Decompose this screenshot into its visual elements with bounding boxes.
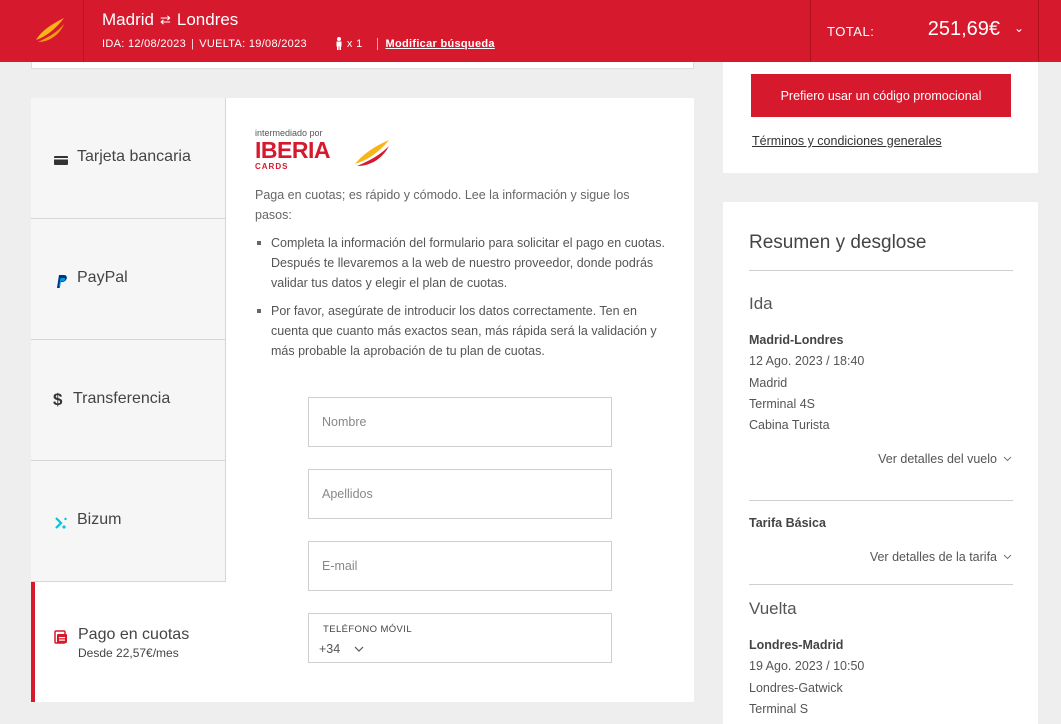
chevron-down-icon: ⌄ [1013,21,1024,35]
trip-dates: IDA: 12/08/2023 | VUELTA: 19/08/2023 x 1… [102,37,495,50]
paypal-icon [57,275,67,288]
credit-card-icon [54,156,68,165]
divider [749,500,1013,501]
surname-input[interactable] [309,470,611,518]
installments-icon [54,630,67,644]
promo-card: Prefiero usar un código promocional Térm… [723,62,1038,173]
fare-name: Tarifa Básica [749,516,826,530]
tab-bank-card[interactable]: Tarjeta bancaria [31,98,226,219]
return-route: Londres-Madrid [749,638,844,652]
phone-prefix-select[interactable]: +34 [319,642,364,656]
outbound-flight-info: Madrid-Londres 12 Ago. 2023 / 18:40 Madr… [749,330,864,436]
payment-method-tabs: Tarjeta bancaria PayPal $ Transferencia … [31,98,226,702]
outbound-cabin: Cabina Turista [749,418,830,433]
flight-details-label: Ver detalles del vuelo [878,452,997,466]
tab-label: PayPal [77,269,128,286]
name-field[interactable] [308,397,612,447]
fare-details-link[interactable]: Ver detalles de la tarifa [870,550,1012,564]
return-date: VUELTA: 19/08/2023 [199,37,307,50]
outbound-route: Madrid-Londres [749,333,844,347]
chevron-down-icon [1003,554,1012,560]
top-header: Madrid ⇄ Londres IDA: 12/08/2023 | VUELT… [0,0,1061,62]
divider [1038,0,1039,62]
return-terminal: Terminal S [749,701,809,716]
name-input[interactable] [309,398,611,446]
outbound-datetime: 12 Ago. 2023 / 18:40 [749,354,865,369]
return-flight-info: Londres-Madrid 19 Ago. 2023 / 10:50 Lond… [749,635,864,720]
phone-label: TELÉFONO MÓVIL [323,624,413,635]
tab-label: Pago en cuotas [78,626,190,643]
chevron-down-icon [354,646,364,652]
passenger-count-value: x 1 [346,37,363,50]
route: Madrid ⇄ Londres [102,10,495,30]
installments-price-note: Desde 22,57€/mes [78,646,179,660]
outbound-terminal: Terminal 4S [749,396,815,411]
outbound-airport: Madrid [749,375,788,390]
passenger-count: x 1 [335,37,363,50]
intro-text: Paga en cuotas; es rápido y cómodo. Lee … [255,188,630,222]
fare-details-label: Ver detalles de la tarifa [869,550,997,564]
iberia-cards-logo: intermediado por IBERIA CARDS [255,128,395,172]
return-airport: Londres-Gatwick [749,680,843,695]
tab-installments[interactable]: Pago en cuotas Desde 22,57€/mes [31,582,226,702]
list-item: Por favor, asegúrate de introducir los d… [255,301,665,361]
tab-label: Bizum [77,511,122,528]
tab-paypal[interactable]: PayPal [31,219,226,340]
previous-section-edge [31,62,694,69]
iberia-logo[interactable] [0,0,84,62]
divider [749,584,1013,585]
bizum-icon [55,517,67,529]
instructions-list: Completa la información del formulario p… [255,233,665,369]
iberia-wing-icon [36,18,64,42]
tab-label: Transferencia [73,390,171,407]
tab-label: Tarjeta bancaria [77,148,191,165]
surname-field[interactable] [308,469,612,519]
swap-arrows-icon: ⇄ [159,12,171,27]
chevron-down-icon [1003,456,1012,462]
total-price-toggle[interactable]: TOTAL: 251,69€ ⌄ [810,0,1038,62]
promo-code-button[interactable]: Prefiero usar un código promocional [751,74,1011,117]
tab-bizum[interactable]: Bizum [31,461,226,582]
origin-city: Madrid [102,10,154,29]
divider [749,270,1013,271]
outbound-date: IDA: 12/08/2023 [102,37,187,50]
divider: | [191,37,195,50]
total-value: 251,69€ [927,18,1000,40]
email-field[interactable] [308,541,612,591]
phone-prefix-value: +34 [319,642,341,656]
phone-field[interactable]: TELÉFONO MÓVIL +34 [308,613,612,663]
summary-panel: Resumen y desglose Ida Madrid-Londres 12… [723,202,1038,724]
list-item: Completa la información del formulario p… [255,233,665,293]
outbound-title: Ida [749,294,773,313]
person-icon [336,37,342,50]
modify-search-link[interactable]: Modificar búsqueda [376,37,495,50]
trip-summary: Madrid ⇄ Londres IDA: 12/08/2023 | VUELT… [102,10,495,50]
total-label: TOTAL: [827,24,875,39]
terms-link[interactable]: Términos y condiciones generales [752,134,942,148]
email-input[interactable] [309,542,611,590]
summary-title: Resumen y desglose [749,232,927,253]
destination-city: Londres [176,10,239,29]
tab-transfer[interactable]: $ Transferencia [31,340,226,461]
return-title: Vuelta [749,599,797,618]
iberia-wing-icon [355,140,389,166]
flight-details-link[interactable]: Ver detalles del vuelo [878,452,1012,466]
payment-panel: Tarjeta bancaria PayPal $ Transferencia … [31,98,694,702]
return-datetime: 19 Ago. 2023 / 10:50 [749,659,865,674]
dollar-transfer-icon: $ [53,390,63,409]
